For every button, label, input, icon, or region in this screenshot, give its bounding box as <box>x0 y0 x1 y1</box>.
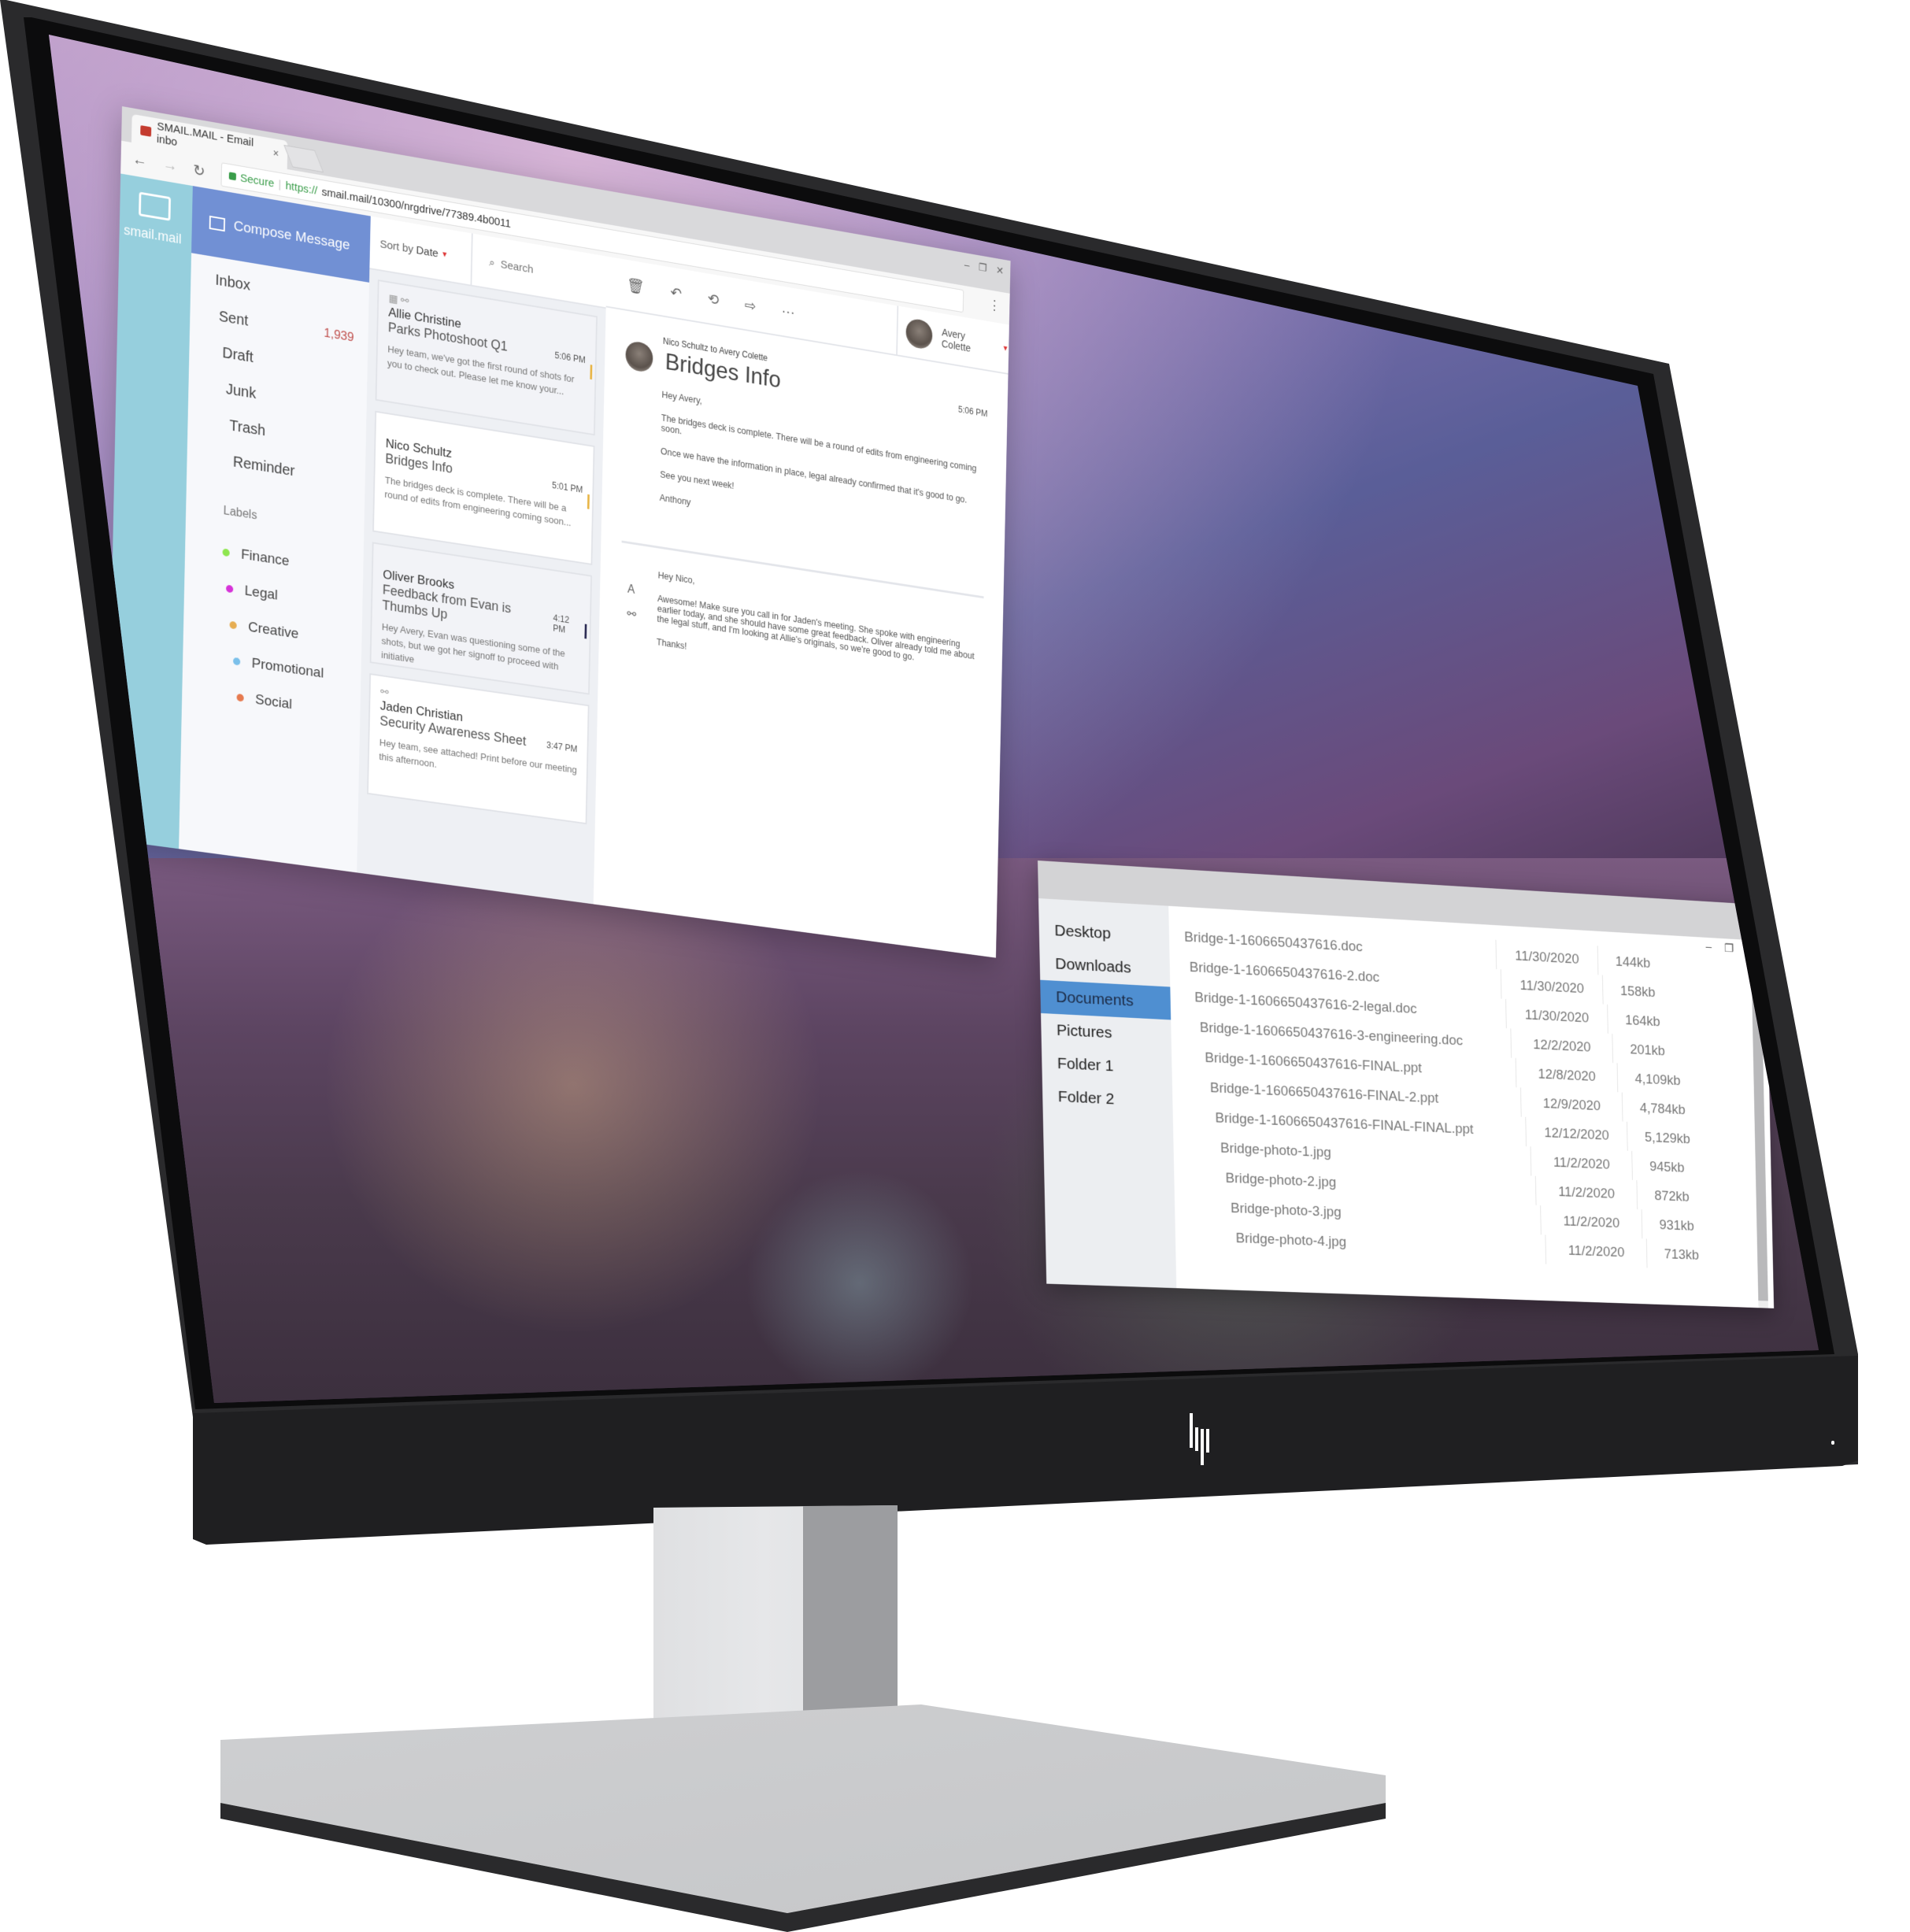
minimize-button[interactable]: – <box>964 258 970 272</box>
file-date: 11/2/2020 <box>1530 1146 1633 1180</box>
avatar <box>905 317 933 351</box>
lock-icon <box>228 172 236 181</box>
file-size: 4,784kb <box>1621 1092 1719 1127</box>
label-text: Social <box>254 691 293 712</box>
message-item[interactable]: ⚯ Jaden Christian Security Awareness She… <box>367 673 590 825</box>
message-item[interactable]: ▦ ⚯ Allie Christine Parks Photoshoot Q1 5… <box>375 279 598 436</box>
compose-label: Compose Message <box>233 218 350 254</box>
label-dot-icon <box>236 693 244 702</box>
label-dot-icon <box>225 584 234 594</box>
back-button[interactable]: ← <box>132 150 147 170</box>
label-text: Legal <box>244 583 279 604</box>
caret-down-icon: ▼ <box>1001 343 1009 353</box>
secure-label: Secure <box>239 171 275 190</box>
message-list: Sort by Date ▼ ⌕ Search ▦ ⚯ Allie Christin… <box>357 216 607 905</box>
search-icon: ⌕ <box>489 255 495 269</box>
file-name: Bridge-photo-3.jpg <box>1230 1200 1342 1220</box>
folder-label: Sent <box>218 308 249 330</box>
more-icon[interactable]: ··· <box>781 302 794 321</box>
file-size: 931kb <box>1641 1209 1738 1242</box>
caret-down-icon: ▼ <box>441 250 449 260</box>
message-item[interactable]: Nico Schultz Bridges Info 5:01 PM The bri… <box>372 410 595 565</box>
label-dot-icon <box>229 620 237 630</box>
hp-logo-icon <box>1190 1413 1209 1465</box>
nav-folder-2[interactable]: Folder 2 <box>1042 1079 1173 1119</box>
file-size: 713kb <box>1645 1238 1742 1271</box>
folder-list: Inbox Sent 1,939 Draft Junk Trash Reminde… <box>211 272 372 510</box>
brand-name: smail.mail <box>124 222 182 247</box>
format-text-icon[interactable]: A <box>627 583 635 597</box>
reply-editor[interactable]: A ⚯ Hey Nico, Awesome! Make sure you cal… <box>620 564 983 695</box>
file-window-perspective: – ❐ ✕ Desktop Downloads Documents Pictur… <box>1038 861 1782 1338</box>
search-placeholder: Search <box>500 257 534 276</box>
message-time: 5:01 PM <box>552 479 583 495</box>
mail-window-perspective: SMAIL.MAIL - Email inbo × – ❐ ✕ ← → ↻ Se… <box>106 106 1083 982</box>
folder-label: Inbox <box>215 272 251 294</box>
file-explorer-window: – ❐ ✕ Desktop Downloads Documents Pictur… <box>1038 861 1775 1308</box>
reply-all-icon[interactable]: ⟲ <box>707 289 719 309</box>
file-size: 4,109kb <box>1616 1063 1714 1097</box>
folder-sidebar: Compose Message Inbox Sent 1,939 Draft Ju… <box>179 186 372 873</box>
thread-time: 5:06 PM <box>957 404 988 420</box>
file-date: 12/9/2020 <box>1519 1087 1623 1122</box>
message-item[interactable]: Oliver Brooks Feedback from Evan is Thum… <box>369 542 592 695</box>
forward-icon[interactable]: ⇨ <box>745 295 757 315</box>
file-size: 5,129kb <box>1627 1121 1723 1156</box>
label-text: Promotional <box>251 655 324 682</box>
tab-close-icon[interactable]: × <box>273 146 279 159</box>
labels-heading: Labels <box>223 504 257 523</box>
file-size: 201kb <box>1612 1034 1709 1068</box>
window-controls: – ❐ ✕ <box>964 258 1004 277</box>
reply-icon[interactable]: ↶ <box>670 283 682 302</box>
compose-icon <box>209 215 226 232</box>
attach-icon[interactable]: ⚯ <box>627 606 636 622</box>
priority-flag <box>590 365 593 380</box>
label-text: Finance <box>241 546 290 570</box>
file-date: 12/8/2020 <box>1515 1057 1618 1093</box>
file-nav-sidebar: Desktop Downloads Documents Pictures Fol… <box>1038 898 1177 1289</box>
new-tab-button[interactable] <box>283 144 324 173</box>
folder-label: Trash <box>229 417 266 440</box>
restore-button[interactable]: ❐ <box>979 261 987 275</box>
folder-count: 1,939 <box>324 325 354 345</box>
mail-favicon-icon <box>140 124 152 137</box>
close-button[interactable]: ✕ <box>996 264 1004 277</box>
file-date: 11/2/2020 <box>1545 1234 1647 1268</box>
sort-prefix: Sort by <box>379 237 414 256</box>
delete-icon[interactable]: 🗑 <box>627 276 645 297</box>
browser-menu-icon[interactable]: ⋮ <box>988 297 1000 314</box>
account-name: Avery Colette <box>941 326 972 354</box>
reading-pane: 🗑 ↶ ⟲ ⇨ ··· Avery Colette ▼ Nico Schultz… <box>593 256 1009 958</box>
file-date: 12/2/2020 <box>1510 1028 1613 1064</box>
url-scheme: https:// <box>285 179 318 198</box>
message-thread: Nico Schultz to Avery Colette Bridges In… <box>620 330 988 709</box>
label-list: Finance Legal Creative Promotional Socia… <box>219 535 326 727</box>
address-separator: | <box>278 177 282 191</box>
file-list: Bridge-1-1606650437616.doc 11/30/2020 144k… <box>1176 921 1752 1271</box>
folder-label: Junk <box>225 380 257 402</box>
priority-flag <box>584 624 587 639</box>
file-size: 872kb <box>1636 1180 1733 1213</box>
message-time: 3:47 PM <box>546 739 578 754</box>
browser-window: SMAIL.MAIL - Email inbo × – ❐ ✕ ← → ↻ Se… <box>106 106 1011 958</box>
priority-flag <box>587 494 590 509</box>
file-date: 12/12/2020 <box>1525 1116 1627 1151</box>
file-date: 11/2/2020 <box>1534 1175 1638 1210</box>
sender-avatar <box>625 339 653 374</box>
message-time: 4:12 PM <box>553 613 570 635</box>
label-dot-icon <box>232 657 241 666</box>
file-size: 945kb <box>1631 1150 1728 1185</box>
file-date: 11/2/2020 <box>1540 1205 1642 1239</box>
forward-button[interactable]: → <box>163 156 178 176</box>
file-size: 164kb <box>1607 1004 1704 1039</box>
reload-button[interactable]: ↻ <box>193 160 205 180</box>
message-time: 5:06 PM <box>554 350 586 365</box>
sort-value: Date <box>416 243 439 260</box>
power-led-icon <box>1831 1441 1834 1445</box>
smail-logo-icon <box>139 191 172 221</box>
label-text: Creative <box>247 619 299 642</box>
folder-label: Draft <box>222 344 254 366</box>
file-name: Bridge-photo-4.jpg <box>1235 1230 1347 1249</box>
label-dot-icon <box>222 548 230 557</box>
